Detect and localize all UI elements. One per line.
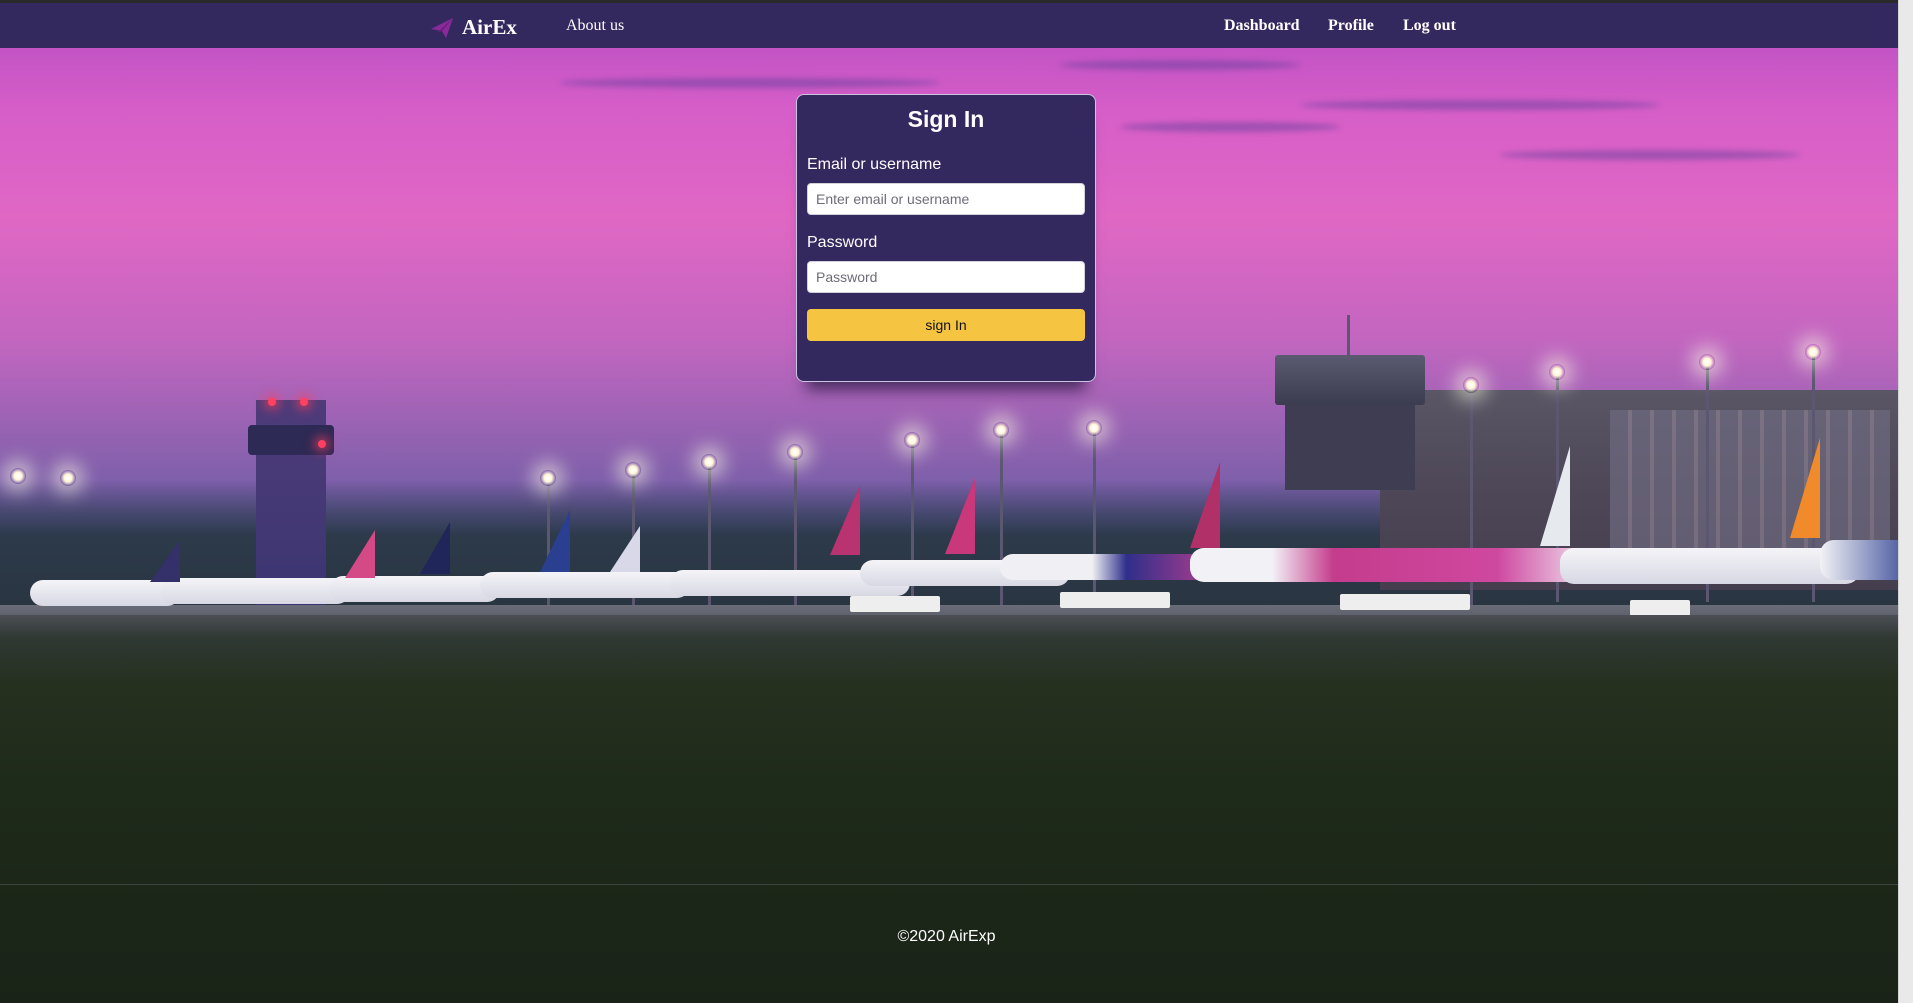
email-input[interactable] [807, 183, 1085, 215]
nav-profile-link[interactable]: Profile [1328, 17, 1374, 35]
nav-about-link[interactable]: About us [566, 17, 624, 35]
page: AirEx About us Dashboard Profile Log out… [0, 0, 1913, 1003]
footer-divider [0, 884, 1900, 885]
footer-copyright: ©2020 AirExp [897, 928, 996, 945]
signin-card: Sign In Email or username Password sign … [796, 94, 1096, 382]
brand-name: AirEx [462, 15, 517, 39]
plane-icon [430, 17, 454, 39]
password-label: Password [807, 234, 878, 251]
page-scrollbar[interactable] [1898, 0, 1913, 1003]
signin-button[interactable]: sign In [807, 309, 1085, 341]
signin-title: Sign In [907, 106, 985, 132]
email-label: Email or username [807, 156, 942, 173]
nav-logout-link[interactable]: Log out [1403, 17, 1456, 35]
top-navbar: AirEx About us Dashboard Profile Log out [0, 0, 1913, 48]
nav-dashboard-link[interactable]: Dashboard [1224, 17, 1300, 35]
brand-link[interactable]: AirEx [430, 15, 517, 40]
password-input[interactable] [807, 261, 1085, 293]
